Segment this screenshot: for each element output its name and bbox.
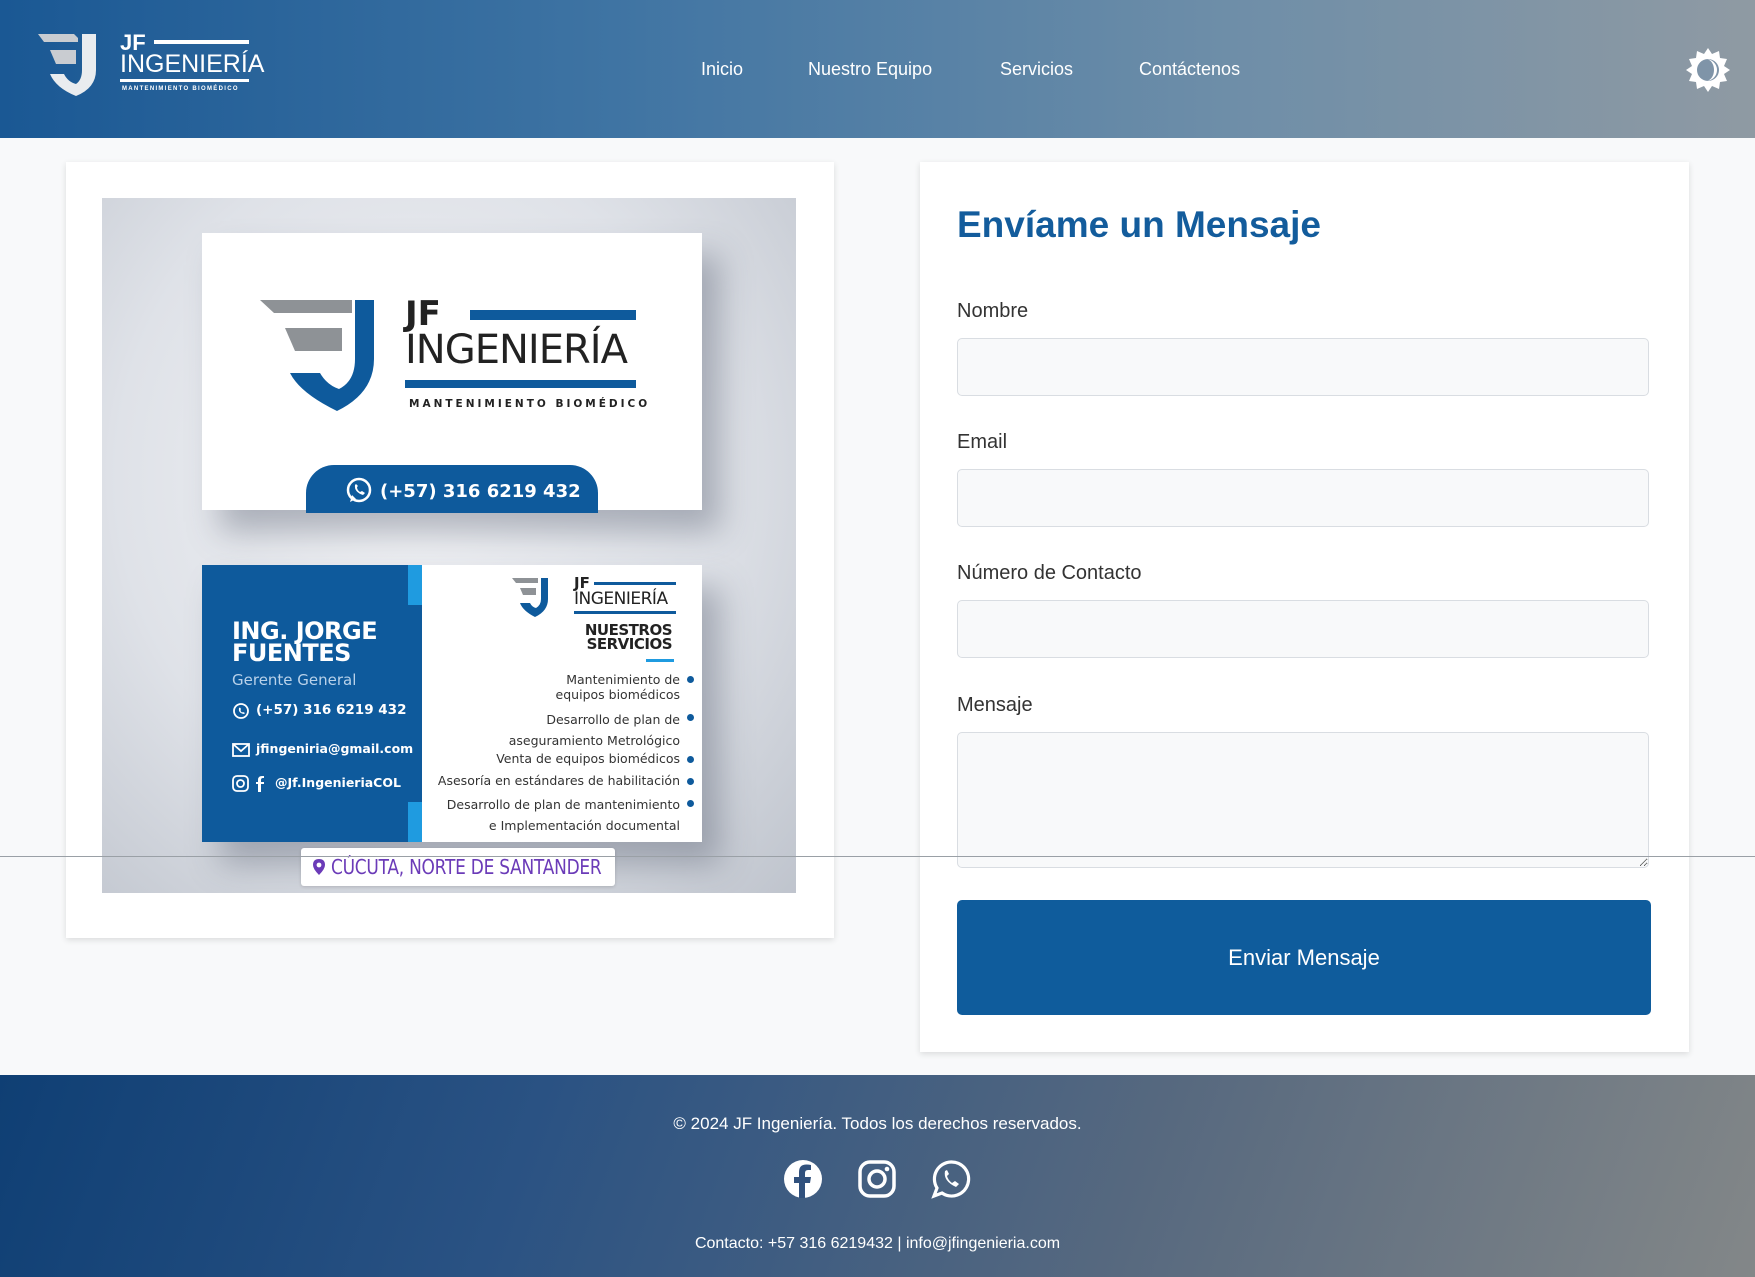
card-edge-cut [408, 605, 422, 802]
card-back-logo-underline [574, 611, 676, 614]
footer-contact: Contacto: +57 316 6219432 | info@jfingen… [694, 1235, 1061, 1252]
message-textarea[interactable] [957, 732, 1649, 868]
card-back-logo-bar [594, 582, 676, 585]
card-back-social: @Jf.IngenieriaCOL [275, 775, 401, 790]
logo-tagline: MANTENIMIENTO BIOMÉDICO [122, 86, 239, 92]
card-back-logo-name: INGENIERÍA [574, 589, 668, 609]
service-bullet [687, 778, 694, 785]
contact-form-card: Envíame un Mensaje Nombre Email Número d… [920, 162, 1689, 1052]
main-nav: Inicio Nuestro Equipo Servicios Contácte… [0, 57, 1755, 81]
business-card-panel: JF INGENIERÍA MANTENIMIENTO BIOMÉDICO (+… [66, 162, 834, 938]
email-label: Email [957, 431, 1008, 453]
instagram-link[interactable] [857, 1159, 897, 1199]
card-person-role: Gerente General [232, 671, 357, 689]
theme-toggle-button[interactable] [1684, 46, 1732, 94]
card-back-email: jfingeniria@gmail.com [256, 741, 414, 756]
nav-link-contactenos[interactable]: Contáctenos [1139, 57, 1240, 81]
phone-input[interactable] [957, 600, 1649, 658]
nav-link-servicios[interactable]: Servicios [1000, 57, 1073, 81]
facebook-icon [784, 1160, 822, 1198]
card-service-item: Asesoría en estándares de habilitación [437, 773, 680, 788]
location-text: CÚCUTA, NORTE DE SANTANDER [331, 855, 602, 879]
nav-link-inicio[interactable]: Inicio [701, 57, 743, 81]
card-front-phone: (+57) 316 6219 432 [380, 481, 581, 502]
card-services-title: NUESTROS SERVICIOS [584, 621, 673, 653]
card-service-item: Desarrollo de plan de mantenimiento e Im… [446, 797, 680, 833]
service-bullet [687, 756, 694, 763]
form-title: Envíame un Mensaje [957, 204, 1321, 245]
service-bullet [687, 676, 694, 683]
business-card-photo: JF INGENIERÍA MANTENIMIENTO BIOMÉDICO (+… [102, 198, 796, 893]
location-pin-icon [313, 859, 325, 875]
whatsapp-icon [233, 703, 249, 719]
business-card-front: JF INGENIERÍA MANTENIMIENTO BIOMÉDICO (+… [202, 233, 702, 513]
send-message-button[interactable]: Enviar Mensaje [957, 900, 1651, 1015]
site-header: JF INGENIERÍA MANTENIMIENTO BIOMÉDICO In… [0, 0, 1755, 138]
divider-line [0, 856, 1755, 857]
name-label: Nombre [957, 300, 1029, 322]
whatsapp-link[interactable] [931, 1159, 971, 1199]
jf-shield-icon [512, 578, 548, 617]
message-label: Mensaje [957, 694, 1033, 716]
nav-link-nuestro-equipo[interactable]: Nuestro Equipo [808, 57, 932, 81]
service-bullet [687, 714, 694, 721]
site-footer: © 2024 JF Ingeniería. Todos los derechos… [0, 1075, 1755, 1277]
whatsapp-icon [346, 477, 372, 503]
phone-label: Número de Contacto [957, 562, 1142, 584]
sun-moon-icon [1686, 48, 1730, 92]
name-input[interactable] [957, 338, 1649, 396]
email-input[interactable] [957, 469, 1649, 527]
card-front-tagline: MANTENIMIENTO BIOMÉDICO [409, 398, 651, 410]
card-front-name: INGENIERÍA [405, 327, 628, 373]
instagram-facebook-icon [232, 775, 264, 792]
card-service-item: Mantenimiento de equipos biomédicos [555, 672, 680, 702]
service-bullet [687, 800, 694, 807]
whatsapp-icon [931, 1160, 971, 1199]
card-front-jf: JF [405, 294, 441, 334]
card-person-name: ING. JORGE FUENTES [232, 617, 378, 667]
card-back-phone: (+57) 316 6219 432 [256, 702, 407, 718]
card-service-item: Desarrollo de plan de aseguramiento Metr… [508, 712, 680, 748]
location-badge: CÚCUTA, NORTE DE SANTANDER [301, 848, 615, 886]
facebook-link[interactable] [783, 1159, 823, 1199]
instagram-icon [858, 1160, 896, 1198]
mail-icon [232, 743, 250, 757]
card-services-underline [646, 659, 674, 662]
logo-bar [154, 40, 249, 44]
footer-copyright: © 2024 JF Ingeniería. Todos los derechos… [673, 1114, 1082, 1133]
card-service-item: Venta de equipos biomédicos [496, 751, 680, 766]
business-card-back: ING. JORGE FUENTES Gerente General (+57)… [202, 565, 702, 842]
